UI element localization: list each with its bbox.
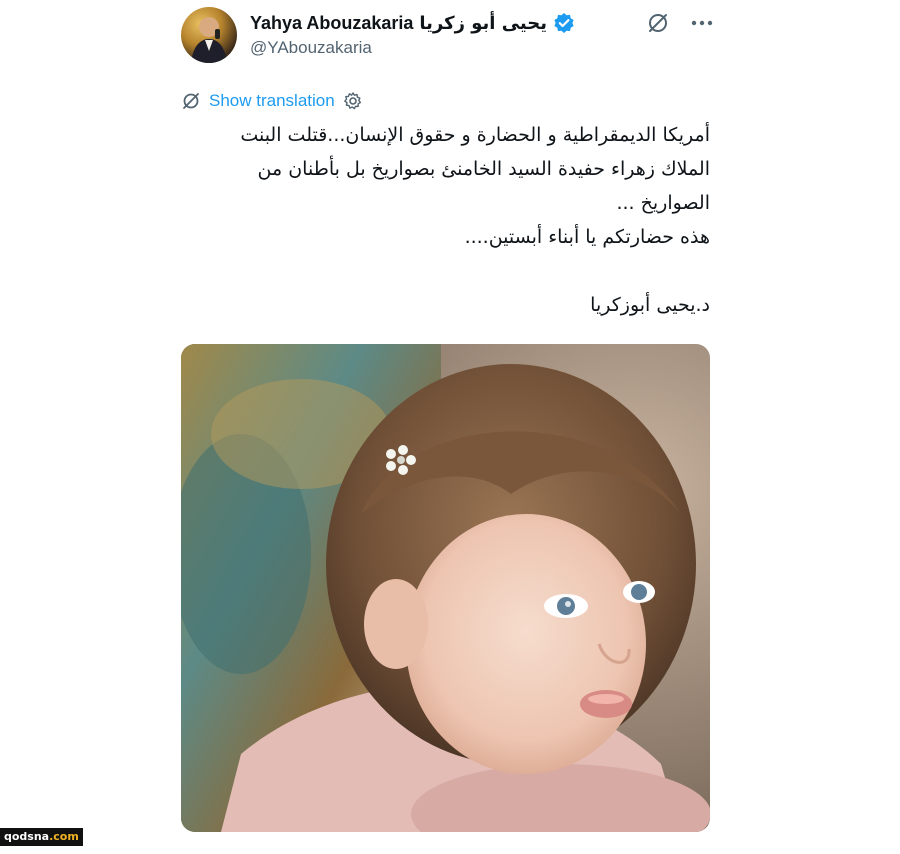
translation-row: Show translation: [181, 90, 363, 112]
avatar[interactable]: [181, 7, 237, 63]
display-name-latin[interactable]: Yahya Abouzakaria: [250, 13, 413, 34]
tweet-line: الصواريخ ...: [616, 192, 710, 214]
tweet-photo[interactable]: [181, 344, 710, 832]
user-handle[interactable]: @YAbouzakaria: [250, 38, 372, 58]
grok-icon[interactable]: [644, 10, 672, 36]
tweet-body: أمريكا الديمقراطية و الحضارة و حقوق الإن…: [170, 118, 710, 322]
tweet-line: أمريكا الديمقراطية و الحضارة و حقوق الإن…: [240, 124, 710, 146]
gear-icon[interactable]: [343, 91, 363, 111]
display-name-row[interactable]: Yahya Abouzakaria يحيى أبو زكريا: [250, 10, 575, 36]
watermark-main: qodsna: [4, 830, 50, 843]
display-name-arabic[interactable]: يحيى أبو زكريا: [419, 13, 547, 34]
show-translation-link[interactable]: Show translation: [209, 91, 335, 111]
watermark-suffix: .com: [49, 830, 79, 843]
translate-icon: [181, 91, 201, 111]
verified-badge-icon: [553, 12, 575, 34]
tweet-screenshot: Yahya Abouzakaria يحيى أبو زكريا @YAbouz…: [0, 0, 900, 854]
tweet-line: هذه حضارتكم يا أبناء أبستين....: [464, 226, 710, 248]
tweet-signature: د.يحيى أبوزكريا: [590, 294, 710, 316]
tweet-line: الملاك زهراء حفيدة السيد الخامنئ بصواريخ…: [257, 158, 710, 180]
more-options-icon[interactable]: [688, 10, 716, 36]
site-watermark: qodsna.com: [0, 828, 83, 846]
